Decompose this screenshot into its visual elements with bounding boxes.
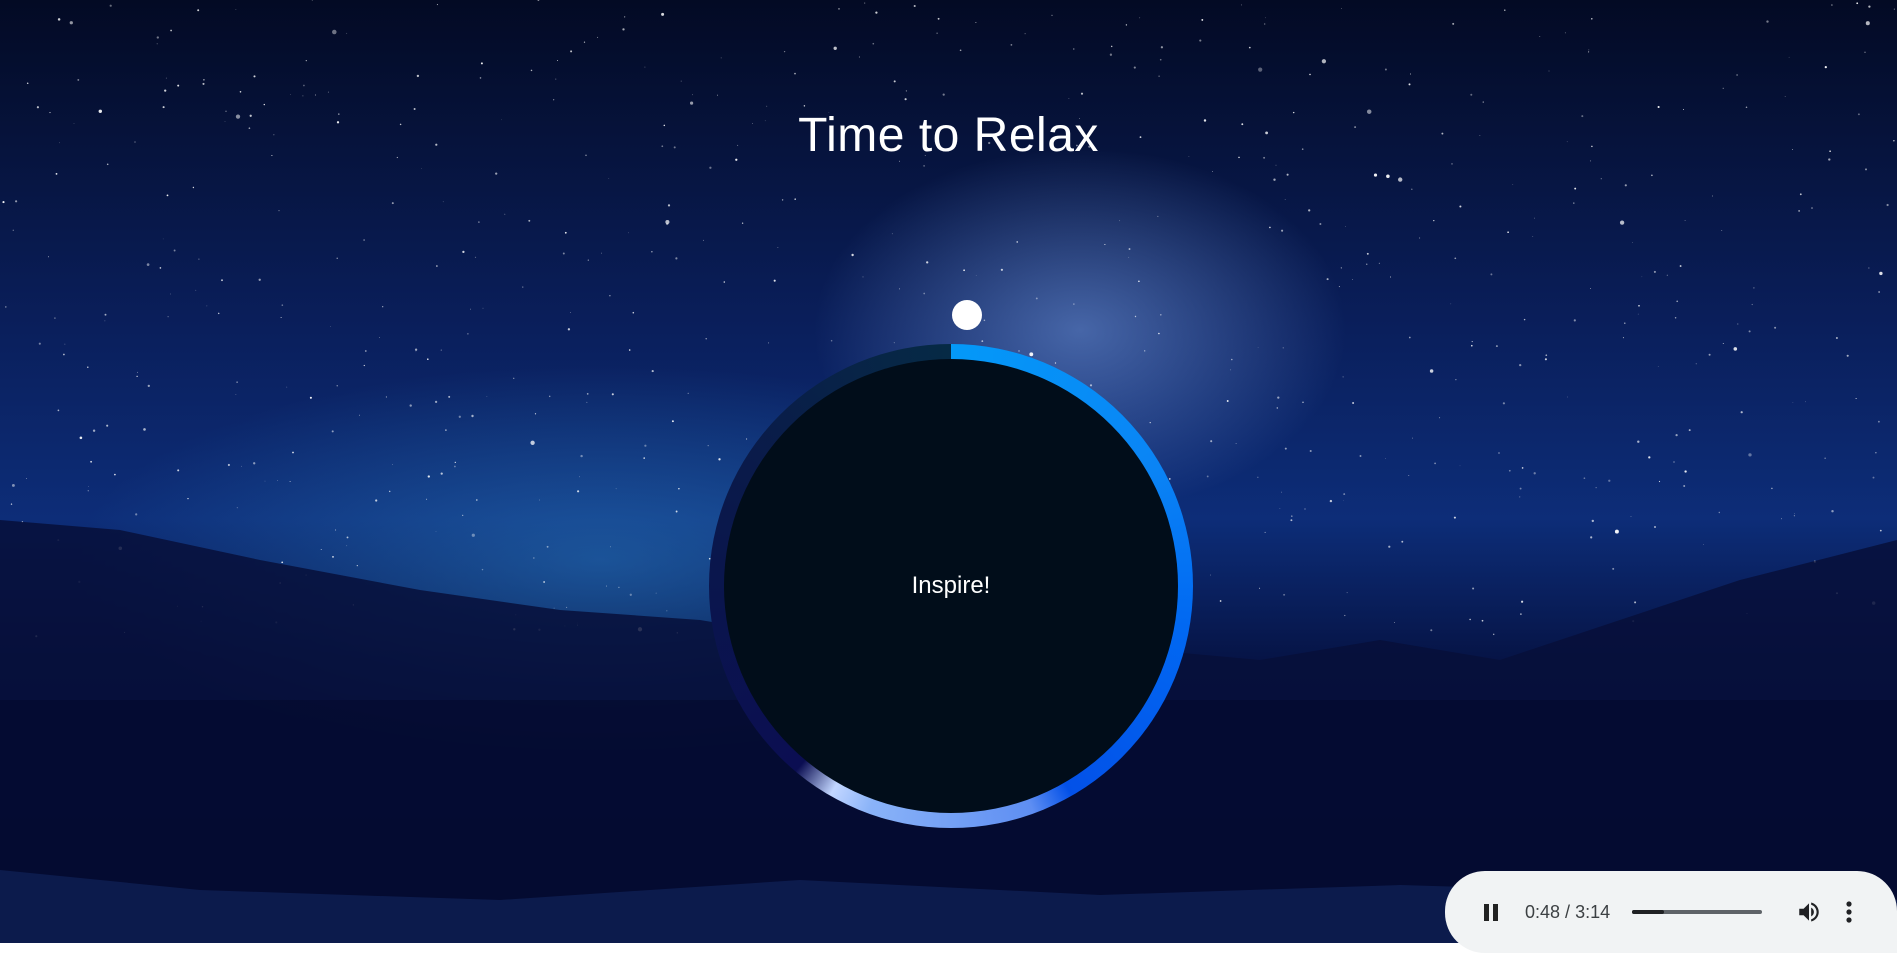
pause-icon bbox=[1482, 903, 1500, 921]
duration: 3:14 bbox=[1575, 901, 1611, 922]
seek-bar[interactable] bbox=[1632, 910, 1763, 914]
current-time: 0:48 bbox=[1525, 901, 1561, 922]
time-separator: / bbox=[1560, 901, 1576, 922]
pause-button[interactable] bbox=[1471, 892, 1511, 932]
volume-button[interactable] bbox=[1792, 895, 1826, 929]
breath-instruction: Inspire! bbox=[911, 572, 991, 599]
breathing-circle: Inspire! bbox=[709, 344, 1193, 828]
inner-circle: Inspire! bbox=[724, 359, 1178, 813]
time-display: 0:48 / 3:14 bbox=[1525, 902, 1610, 923]
volume-icon bbox=[1799, 902, 1819, 922]
audio-player: 0:48 / 3:14 bbox=[1445, 871, 1897, 953]
page-title: Time to Relax bbox=[798, 109, 1099, 162]
breath-progress-pointer bbox=[952, 300, 982, 330]
more-options-button[interactable] bbox=[1834, 895, 1864, 929]
seek-bar-fill bbox=[1632, 910, 1665, 914]
more-vert-icon bbox=[1846, 901, 1852, 923]
